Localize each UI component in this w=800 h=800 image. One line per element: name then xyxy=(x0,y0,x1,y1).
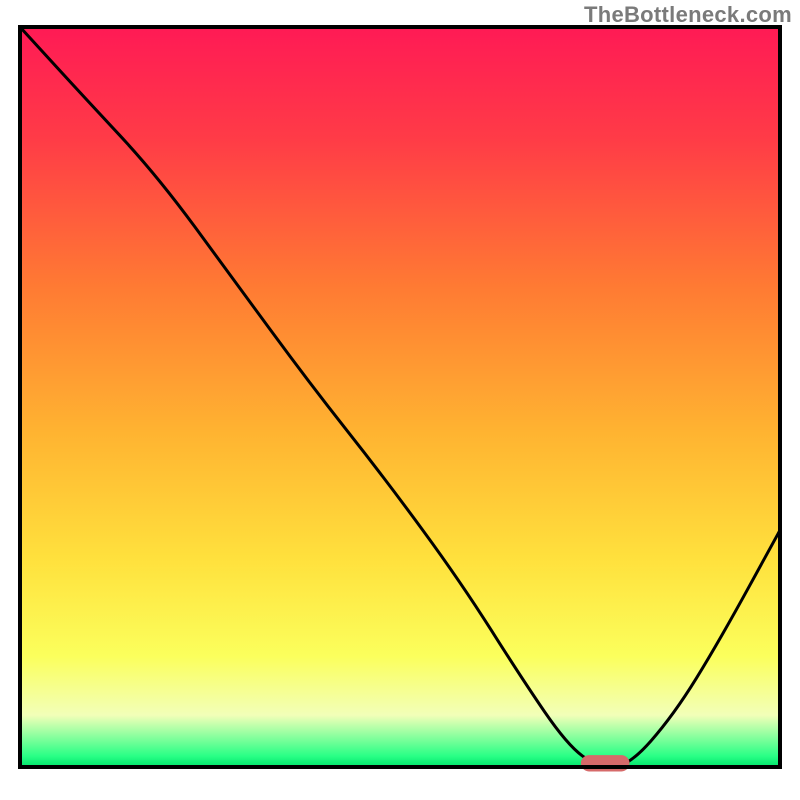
watermark-text: TheBottleneck.com xyxy=(584,2,792,28)
plot-background xyxy=(20,27,780,767)
bottleneck-chart xyxy=(0,0,800,800)
chart-container: TheBottleneck.com xyxy=(0,0,800,800)
